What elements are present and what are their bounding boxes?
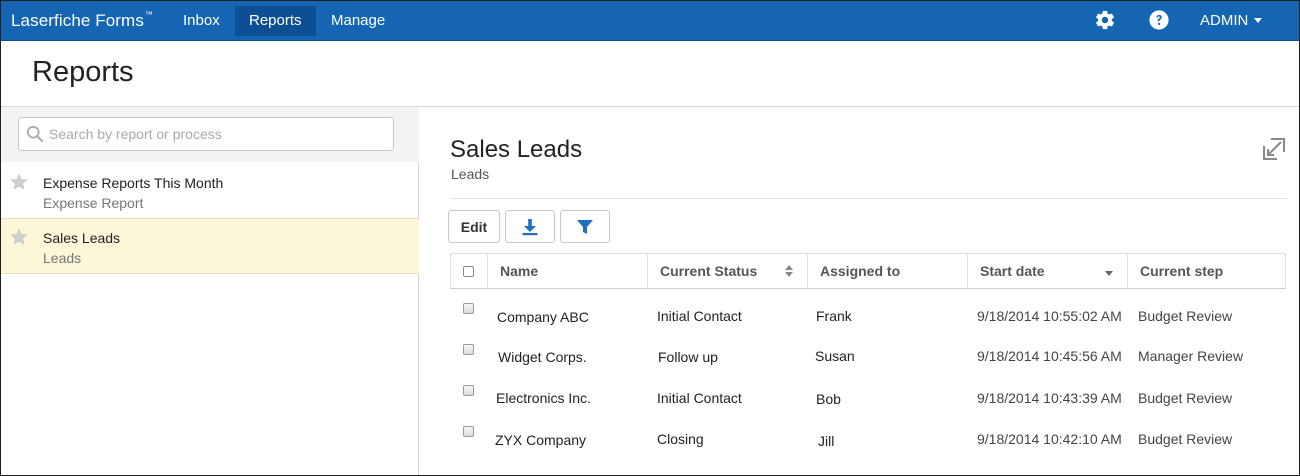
- star-icon[interactable]: [10, 228, 28, 246]
- cell-start-date: 9/18/2014 10:43:39 AM: [977, 390, 1122, 406]
- column-label: Current Status: [660, 263, 758, 279]
- nav-inbox[interactable]: Inbox: [169, 6, 234, 36]
- report-title: Sales Leads: [450, 136, 583, 163]
- cell-current-step: Budget Review: [1138, 431, 1233, 447]
- search-box[interactable]: [18, 117, 394, 151]
- cell-assigned: Jill: [818, 433, 835, 449]
- user-menu[interactable]: ADMIN: [1200, 12, 1263, 29]
- reports-sidebar: Expense Reports This Month Expense Repor…: [1, 107, 419, 475]
- cell-status: Closing: [657, 431, 704, 447]
- edit-button[interactable]: Edit: [448, 210, 500, 243]
- report-panel: Sales Leads Leads Edit Name Current Stat…: [420, 107, 1299, 475]
- search-icon: [26, 125, 44, 143]
- expand-icon[interactable]: [1261, 136, 1287, 162]
- cell-status: Initial Contact: [657, 390, 742, 406]
- star-icon[interactable]: [10, 173, 28, 191]
- nav-manage[interactable]: Manage: [317, 6, 399, 36]
- column-label: Assigned to: [820, 263, 901, 279]
- page-title: Reports: [32, 56, 134, 88]
- report-process: Expense Report: [43, 195, 144, 211]
- column-label: Name: [500, 263, 539, 279]
- cell-current-step: Budget Review: [1138, 390, 1233, 406]
- cell-current-step: Budget Review: [1138, 308, 1233, 324]
- table-row[interactable]: Electronics Inc. Initial Contact Bob 9/1…: [450, 372, 1286, 413]
- select-all-cell: [451, 254, 487, 288]
- filter-button[interactable]: [560, 210, 610, 243]
- column-header-name[interactable]: Name: [487, 254, 647, 288]
- row-checkbox[interactable]: [463, 385, 474, 396]
- cell-status: Initial Contact: [657, 308, 742, 324]
- top-navbar: Laserfiche Forms™ Inbox Reports Manage A…: [1, 1, 1299, 41]
- nav-reports[interactable]: Reports: [235, 6, 316, 36]
- cell-start-date: 9/18/2014 10:42:10 AM: [977, 431, 1122, 447]
- sort-both-icon: [785, 265, 793, 277]
- app-window: Laserfiche Forms™ Inbox Reports Manage A…: [0, 0, 1300, 476]
- cell-start-date: 9/18/2014 10:45:56 AM: [977, 348, 1122, 364]
- report-item-expense[interactable]: Expense Reports This Month Expense Repor…: [1, 164, 419, 220]
- cell-name: Company ABC: [497, 309, 589, 325]
- table-row[interactable]: ZYX Company Closing Jill 9/18/2014 10:42…: [450, 413, 1286, 454]
- filter-icon: [577, 219, 593, 234]
- cell-assigned: Susan: [815, 348, 855, 364]
- column-header-assigned-to[interactable]: Assigned to: [807, 254, 967, 288]
- report-name: Sales Leads: [43, 230, 121, 246]
- sort-desc-icon: [1105, 271, 1113, 276]
- cell-name: ZYX Company: [495, 432, 587, 448]
- cell-name: Widget Corps.: [498, 349, 587, 365]
- row-checkbox[interactable]: [463, 344, 474, 355]
- cell-current-step: Manager Review: [1138, 348, 1244, 364]
- download-button[interactable]: [505, 210, 555, 243]
- search-area: [1, 107, 419, 162]
- brand-logo[interactable]: Laserfiche Forms™: [11, 10, 154, 31]
- cell-assigned: Bob: [816, 391, 841, 407]
- column-label: Current step: [1140, 263, 1224, 279]
- column-header-current-step[interactable]: Current step: [1127, 254, 1285, 288]
- report-subtitle: Leads: [451, 166, 490, 182]
- table-row[interactable]: Widget Corps. Follow up Susan 9/18/2014 …: [450, 331, 1286, 372]
- search-input[interactable]: [49, 118, 389, 150]
- select-all-checkbox[interactable]: [463, 266, 474, 277]
- cell-assigned: Frank: [816, 308, 852, 324]
- row-checkbox[interactable]: [463, 303, 474, 314]
- row-checkbox[interactable]: [463, 426, 474, 437]
- report-name: Expense Reports This Month: [43, 175, 224, 191]
- brand-trademark: ™: [144, 10, 154, 19]
- cell-status: Follow up: [658, 349, 718, 365]
- column-header-current-status[interactable]: Current Status: [647, 254, 807, 288]
- column-label: Start date: [980, 263, 1045, 279]
- chevron-down-icon: [1254, 17, 1263, 23]
- divider: [450, 198, 1287, 199]
- cell-name: Electronics Inc.: [496, 390, 591, 406]
- gear-icon[interactable]: [1094, 9, 1116, 31]
- table-header: Name Current Status Assigned to Start da…: [450, 253, 1286, 289]
- column-header-start-date[interactable]: Start date: [967, 254, 1127, 288]
- cell-start-date: 9/18/2014 10:55:02 AM: [977, 308, 1122, 324]
- brand-name: Laserfiche Forms: [11, 11, 144, 30]
- report-item-sales-leads[interactable]: Sales Leads Leads: [1, 218, 419, 274]
- table-row[interactable]: Company ABC Initial Contact Frank 9/18/2…: [450, 290, 1286, 331]
- report-process: Leads: [43, 250, 82, 266]
- help-circle-icon[interactable]: [1148, 9, 1170, 31]
- user-name: ADMIN: [1200, 12, 1249, 29]
- download-icon: [522, 218, 538, 235]
